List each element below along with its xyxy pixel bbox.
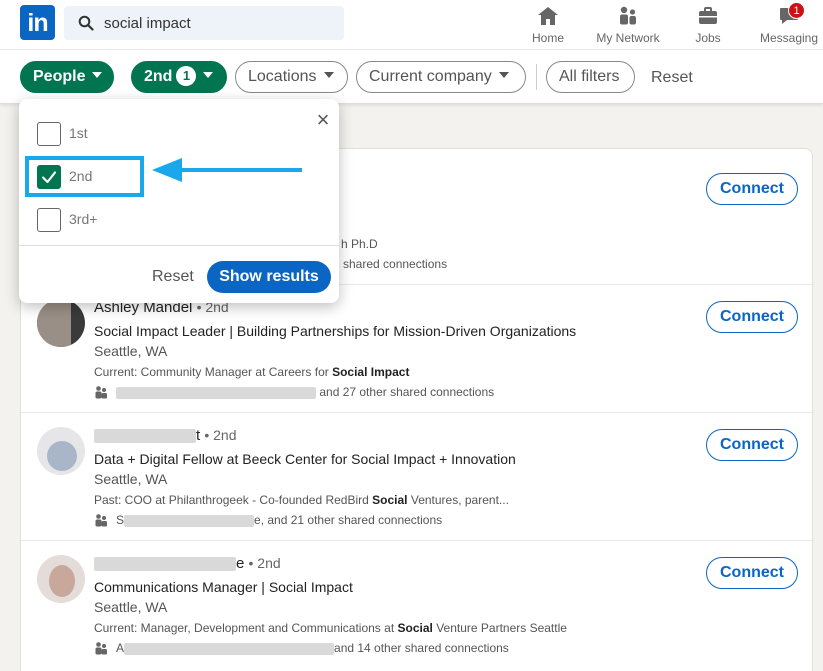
jobs-icon <box>699 7 717 24</box>
all-filters-label: All filters <box>559 68 620 85</box>
result-location: Seattle, WA <box>94 471 168 487</box>
connection-degree-filter-button[interactable]: 2nd 1 <box>131 61 227 93</box>
shared-connections-text: and 14 other shared connections <box>334 641 509 655</box>
connect-button[interactable]: Connect <box>706 173 798 205</box>
nav-my-network[interactable]: My Network <box>591 2 665 48</box>
option-3rd-plus-label: 3rd+ <box>69 211 98 227</box>
shared-connections: shared connections <box>343 257 448 271</box>
filter-divider <box>536 64 537 90</box>
people-icon <box>95 642 107 655</box>
search-bar[interactable]: social impact <box>64 6 344 40</box>
people-filter-button[interactable]: People <box>20 61 114 93</box>
chevron-down-icon <box>498 71 509 78</box>
option-1st-label: 1st <box>69 125 88 141</box>
avatar[interactable] <box>37 299 85 347</box>
filter-count-badge: 1 <box>176 66 197 86</box>
redacted-text <box>94 429 196 444</box>
annotation-arrow-icon <box>152 158 302 182</box>
connection-degree: • 2nd <box>204 427 237 443</box>
shared-connections[interactable]: and 27 other shared connections <box>94 385 494 399</box>
shared-connections[interactable]: Aand 14 other shared connections <box>94 641 509 655</box>
shared-connections-head: S <box>116 513 125 527</box>
nav-messaging[interactable]: Messaging 1 <box>758 2 820 48</box>
shared-connections-text: e, and 21 other shared connections <box>254 513 443 527</box>
connection-degree-dropdown: × 1st 2nd 3rd+ Reset Show results <box>19 99 339 303</box>
meta-text: Current: Manager, Development and Commun… <box>94 621 398 635</box>
list-item[interactable]: t • 2nd Data + Digital Fellow at Beeck C… <box>21 413 814 541</box>
result-headline: Social Impact Leader | Building Partners… <box>94 323 577 339</box>
result-location: Seattle, WA <box>94 343 168 359</box>
connect-button[interactable]: Connect <box>706 429 798 461</box>
degree-filter-label: 2nd <box>144 68 173 85</box>
nav-jobs[interactable]: Jobs <box>690 2 726 48</box>
result-name[interactable]: t • 2nd <box>94 427 237 444</box>
redacted-text <box>94 557 236 572</box>
result-location: Seattle, WA <box>94 599 168 615</box>
shared-connections-text: and 27 other shared connections <box>319 385 495 399</box>
current-company-filter-button[interactable]: Current company <box>356 61 526 93</box>
redacted-text <box>116 386 316 399</box>
avatar[interactable] <box>37 555 85 603</box>
meta-text-suffix: Venture Partners Seattle <box>432 621 567 635</box>
nav-my-network-label: My Network <box>596 31 660 45</box>
connection-degree: • 2nd <box>248 555 281 571</box>
people-icon <box>95 386 107 399</box>
meta-keyword: Social <box>372 493 408 507</box>
locations-filter-label: Locations <box>248 68 317 85</box>
current-company-filter-label: Current company <box>369 68 492 85</box>
nav-home-label: Home <box>531 31 564 45</box>
result-name-text: e <box>236 555 245 572</box>
filter-bar: People 2nd 1 Locations Current company Al… <box>0 50 823 104</box>
result-meta: Past: COO at Philanthrogeek - Co-founded… <box>94 493 509 507</box>
network-icon <box>620 6 636 25</box>
chevron-down-icon <box>323 71 334 78</box>
chevron-down-icon <box>203 71 214 78</box>
nav-messaging-label: Messaging <box>759 31 819 45</box>
dropdown-divider <box>19 245 339 246</box>
result-meta: Current: Community Manager at Careers fo… <box>94 365 409 379</box>
notification-badge: 1 <box>788 2 805 19</box>
result-name-text: t <box>196 427 201 444</box>
result-headline: Communications Manager | Social Impact <box>94 579 353 595</box>
global-nav: in social impact Home My Network Jobs Me… <box>0 0 823 50</box>
result-meta: h Ph.D <box>341 237 378 251</box>
locations-filter-button[interactable]: Locations <box>235 61 348 93</box>
highlight-box <box>25 156 144 197</box>
search-icon <box>78 15 94 31</box>
chevron-down-icon <box>92 71 103 78</box>
meta-text: Current: Community Manager at Careers fo… <box>94 365 333 379</box>
home-icon <box>538 7 558 25</box>
close-icon[interactable]: × <box>313 107 333 133</box>
nav-jobs-label: Jobs <box>695 31 721 45</box>
meta-keyword: Social <box>397 621 433 635</box>
shared-connections-head: A <box>116 641 125 655</box>
checkbox-3rd-plus[interactable] <box>37 208 61 232</box>
redacted-text <box>124 514 255 527</box>
checkbox-1st[interactable] <box>37 122 61 146</box>
people-icon <box>95 514 107 527</box>
reset-filters-button[interactable]: Reset <box>651 69 693 87</box>
linkedin-logo[interactable]: in <box>20 5 55 40</box>
shared-connections[interactable]: Se, and 21 other shared connections <box>94 513 442 527</box>
meta-keyword: Social Impact <box>332 365 410 379</box>
meta-text-suffix: Ventures, parent... <box>407 493 509 507</box>
redacted-text <box>124 642 335 655</box>
list-item[interactable]: Ashley Mandel • 2nd Social Impact Leader… <box>21 285 814 413</box>
nav-home[interactable]: Home <box>527 2 569 48</box>
result-name[interactable]: e • 2nd <box>94 555 281 572</box>
search-input[interactable]: social impact <box>104 15 191 32</box>
dropdown-reset-button[interactable]: Reset <box>152 268 194 286</box>
result-meta: Current: Manager, Development and Commun… <box>94 621 567 635</box>
connect-button[interactable]: Connect <box>706 557 798 589</box>
all-filters-button[interactable]: All filters <box>546 61 635 93</box>
meta-text: Past: COO at Philanthrogeek - Co-founded… <box>94 493 373 507</box>
result-headline: Data + Digital Fellow at Beeck Center fo… <box>94 451 516 467</box>
list-item[interactable]: e • 2nd Communications Manager | Social … <box>21 541 814 671</box>
show-results-button[interactable]: Show results <box>207 261 331 293</box>
people-filter-label: People <box>33 68 86 85</box>
connect-button[interactable]: Connect <box>706 301 798 333</box>
avatar[interactable] <box>37 427 85 475</box>
